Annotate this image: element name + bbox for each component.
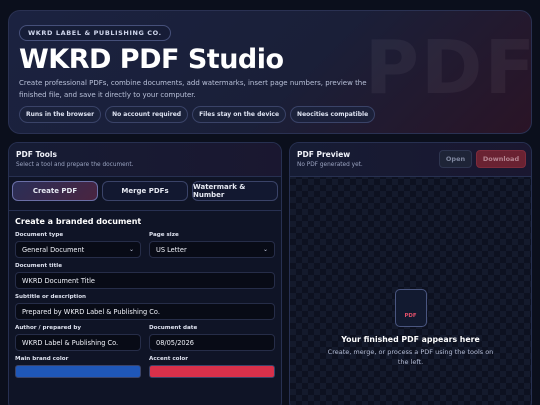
document-type-value: General Document [22,245,85,254]
preview-panel: PDF Preview No PDF generated yet. Open D… [289,142,532,405]
preview-panel-header: PDF Preview No PDF generated yet. Open D… [290,143,531,177]
tools-panel-title: PDF Tools [16,150,57,159]
create-form: Create a branded document Document type … [9,211,281,383]
page-size-label: Page size [149,232,179,238]
tool-tabs: Create PDF Merge PDFs Watermark & Number [9,177,281,201]
document-date-label: Document date [149,325,198,331]
page-size-value: US Letter [156,245,187,254]
document-type-label: Document type [15,232,64,238]
brand-color-label: Main brand color [15,356,69,362]
form-heading: Create a branded document [15,217,142,226]
page-title: WKRD PDF Studio [19,44,284,75]
subtitle-field: Subtitle or description Prepared by WKRD… [15,294,275,320]
tools-panel-header: PDF Tools Select a tool and prepare the … [9,143,281,177]
feature-chip: Neocities compatible [290,106,376,123]
feature-chip: Runs in the browser [19,106,102,123]
hero-banner: PDF WKRD LABEL & PUBLISHING CO. WKRD PDF… [8,10,532,134]
subtitle-label: Subtitle or description [15,294,87,300]
feature-chip: No account required [105,106,189,123]
chevron-down-icon: ⌄ [262,246,268,253]
subtitle-input[interactable]: Prepared by WKRD Label & Publishing Co. [15,303,275,320]
feature-chip: Files stay on the device [192,106,287,123]
pdf-file-icon-label: PDF [404,313,417,319]
hero-description: Create professional PDFs, combine docume… [19,79,367,99]
accent-color-picker[interactable] [149,365,275,378]
author-input[interactable]: WKRD Label & Publishing Co. [15,334,141,351]
empty-state-title: Your finished PDF appears here [341,335,480,344]
author-field: Author / prepared by WKRD Label & Publis… [15,325,141,351]
brand-eyebrow: WKRD LABEL & PUBLISHING CO. [19,25,171,41]
tools-panel-subtitle: Select a tool and prepare the document. [16,162,134,168]
page-size-select[interactable]: US Letter ⌄ [149,241,275,258]
chevron-down-icon: ⌄ [128,246,134,253]
brand-color-picker[interactable] [15,365,141,378]
download-button[interactable]: Download [476,150,526,168]
brand-color-field: Main brand color [15,356,141,378]
author-label: Author / prepared by [15,325,81,331]
empty-state-description: Create, merge, or process a PDF using th… [327,348,494,366]
tab-watermark-number[interactable]: Watermark & Number [192,181,278,201]
open-button[interactable]: Open [439,150,472,168]
document-date-input[interactable]: 08/05/2026 [149,334,275,351]
tools-panel: PDF Tools Select a tool and prepare the … [8,142,282,405]
hero-watermark: PDF [364,25,532,111]
accent-color-field: Accent color [149,356,275,378]
preview-empty-state: PDF Your finished PDF appears here Creat… [290,289,531,367]
document-title-field: Document title WKRD Document Title [15,263,275,289]
pdf-file-icon: PDF [394,289,427,327]
tab-create-pdf[interactable]: Create PDF [12,181,98,201]
accent-color-label: Accent color [149,356,189,362]
page-size-field: Page size US Letter ⌄ [149,232,275,258]
tab-merge-pdfs[interactable]: Merge PDFs [102,181,188,201]
document-type-select[interactable]: General Document ⌄ [15,241,141,258]
document-title-input[interactable]: WKRD Document Title [15,272,275,289]
document-title-label: Document title [15,263,62,269]
document-date-field: Document date 08/05/2026 [149,325,275,351]
document-type-field: Document type General Document ⌄ [15,232,141,258]
feature-chips: Runs in the browser No account required … [19,106,376,123]
